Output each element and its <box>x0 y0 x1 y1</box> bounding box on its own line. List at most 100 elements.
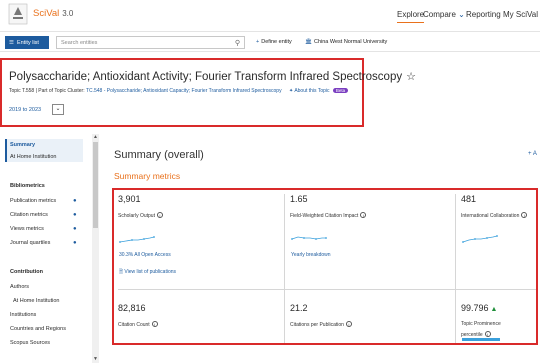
view-publications-link[interactable]: 🗎 View list of publications <box>119 269 176 277</box>
sparkle-icon: ✦ <box>288 88 294 94</box>
define-entity-label: Define entity <box>261 39 292 45</box>
info-icon[interactable]: i <box>156 212 163 218</box>
star-icon[interactable]: ☆ <box>406 71 416 83</box>
nav-compare[interactable]: Compare ⌄ <box>423 10 465 19</box>
chevron-down-icon: ⌄ <box>55 106 61 112</box>
about-topic-label: About this Topic <box>294 88 330 94</box>
sidebar-item-authors[interactable]: Authors <box>10 284 29 290</box>
sidebar-item-authors-home-institution[interactable]: At Home Institution <box>13 298 59 304</box>
topic-meta: Topic T.558 | Part of Topic Cluster: TC.… <box>9 88 349 94</box>
open-access-link[interactable]: 30.3% All Open Access <box>119 252 171 258</box>
topic-header: Polysaccharide; Antioxidant Activity; Fo… <box>0 58 416 127</box>
brand-label: SciVal <box>33 8 60 19</box>
sidebar-item-scopus-sources[interactable]: Scopus Sources <box>10 340 50 346</box>
divider <box>455 194 456 343</box>
entity-list-label: Entity list <box>16 39 39 46</box>
divider <box>284 194 285 343</box>
beta-badge: Beta <box>332 88 349 93</box>
topic-id: Topic T.558 <box>9 88 35 94</box>
fwci-sparkline <box>291 236 327 240</box>
expand-icon[interactable]: ● <box>73 240 77 246</box>
citations-per-pub-value: 21.2 <box>290 303 308 313</box>
prominence-value: 99.796 ▲ <box>461 303 501 313</box>
collaboration-value: 481 <box>461 194 477 204</box>
expand-icon[interactable]: ● <box>73 198 77 204</box>
yearly-breakdown-link[interactable]: Yearly breakdown <box>291 252 331 258</box>
info-icon[interactable]: i <box>521 212 528 218</box>
nav-my-scival[interactable]: My SciVal <box>503 10 538 19</box>
search-icon[interactable]: ⚲ <box>235 39 240 47</box>
metric-citation-count: 82,816 Citation Count i <box>118 303 158 328</box>
nav-explore[interactable]: Explore <box>397 10 425 23</box>
prominence-value-text: 99.796 <box>461 303 489 313</box>
metric-scholarly-output: 3,901 Scholarly Output i <box>118 194 163 219</box>
metric-topic-prominence: 99.796 ▲ Topic Prominence percentile i <box>461 303 501 338</box>
scrollbar-thumb[interactable] <box>93 142 98 228</box>
citation-count-label: Citation Count i <box>118 321 158 328</box>
fwci-label-text: Field-Weighted Citation Impact <box>290 213 359 219</box>
sidebar-item-views-metrics[interactable]: Views metrics <box>10 226 44 232</box>
prominence-label-2: percentile i <box>461 331 501 338</box>
citation-count-label-text: Citation Count <box>118 322 150 328</box>
brand-version: 3.0 <box>62 9 74 18</box>
scroll-down-icon[interactable]: ▼ <box>93 356 98 362</box>
scholarly-output-label: Scholarly Output i <box>118 212 163 219</box>
sidebar-heading-contribution: Contribution <box>10 269 43 275</box>
topic-title-text: Polysaccharide; Antioxidant Activity; Fo… <box>9 71 403 83</box>
document-icon: 🗎 <box>119 269 124 275</box>
info-icon[interactable]: i <box>345 321 352 327</box>
sidebar-item-citation-metrics[interactable]: Citation metrics <box>10 212 48 218</box>
sidebar-item-summary[interactable]: Summary <box>10 142 35 148</box>
sidebar-item-institutions[interactable]: Institutions <box>10 312 36 318</box>
summary-metrics-panel: 3,901 Scholarly Output i 30.3% All Open A… <box>112 188 538 345</box>
search-input[interactable]: Search entities ⚲ <box>56 36 245 49</box>
citation-count-value: 82,816 <box>118 303 146 313</box>
citations-per-pub-label: Citations per Publication i <box>290 321 352 328</box>
metric-international-collaboration: 481 International Collaboration i <box>461 194 528 219</box>
sidebar-heading-bibliometrics: Bibliometrics <box>10 183 45 189</box>
define-entity-link[interactable]: + Define entity <box>256 39 292 45</box>
divider <box>118 289 536 290</box>
trend-up-icon: ▲ <box>490 306 498 313</box>
add-metric-link[interactable]: + A <box>528 151 537 157</box>
cluster-prefix: Part of Topic Cluster <box>38 88 84 94</box>
elsevier-logo[interactable] <box>8 3 28 25</box>
institution-link[interactable]: 🏛 China West Normal University <box>305 39 387 45</box>
view-publications-label: View list of publications <box>124 269 177 275</box>
summary-title: Summary (overall) <box>114 149 204 161</box>
topic-title: Polysaccharide; Antioxidant Activity; Fo… <box>9 70 416 83</box>
institution-label: China West Normal University <box>313 39 388 45</box>
nav-reporting[interactable]: Reporting <box>466 10 501 19</box>
top-bar: SciVal 3.0 Explore Compare ⌄ Reporting My… <box>0 0 540 31</box>
sidebar: Summary At Home Institution Bibliometric… <box>0 134 97 363</box>
sidebar-item-publication-metrics[interactable]: Publication metrics <box>10 198 56 204</box>
year-range[interactable]: 2019 to 2023 <box>9 107 41 113</box>
scholarly-output-sparkline <box>119 236 155 243</box>
fwci-value: 1.65 <box>290 194 308 204</box>
brand-name[interactable]: SciVal 3.0 <box>33 8 73 19</box>
collaboration-sparkline <box>462 235 498 243</box>
nav-compare-label: Compare <box>423 10 456 19</box>
about-topic-link[interactable]: ✦ About this Topic <box>289 88 330 94</box>
scholarly-output-label-text: Scholarly Output <box>118 213 155 219</box>
citations-per-pub-label-text: Citations per Publication <box>290 322 344 328</box>
sidebar-item-countries-regions[interactable]: Countries and Regions <box>10 326 66 332</box>
scroll-up-icon[interactable]: ▲ <box>93 134 98 140</box>
list-icon: ☰ <box>9 39 14 46</box>
info-icon[interactable]: i <box>360 212 367 218</box>
sidebar-scrollbar[interactable]: ▲ ▼ <box>92 134 99 363</box>
info-icon[interactable]: i <box>151 321 158 327</box>
search-placeholder: Search entities <box>61 40 98 46</box>
entity-list-button[interactable]: ☰ Entity list <box>5 36 49 49</box>
info-icon[interactable]: i <box>484 331 491 337</box>
summary-metrics-heading: Summary metrics <box>114 171 181 181</box>
institution-icon: 🏛 <box>305 39 312 45</box>
year-range-dropdown[interactable]: ⌄ <box>52 104 64 115</box>
expand-icon[interactable]: ● <box>73 212 77 218</box>
expand-icon[interactable]: ● <box>73 226 77 232</box>
sidebar-item-home-institution[interactable]: At Home Institution <box>10 154 56 160</box>
topic-cluster-link[interactable]: TC.548 - Polysaccharide; Antioxidant Cap… <box>86 88 282 94</box>
sidebar-item-journal-quartiles[interactable]: Journal quartiles <box>10 240 50 246</box>
fwci-label: Field-Weighted Citation Impact i <box>290 212 367 219</box>
scholarly-output-value: 3,901 <box>118 194 141 204</box>
